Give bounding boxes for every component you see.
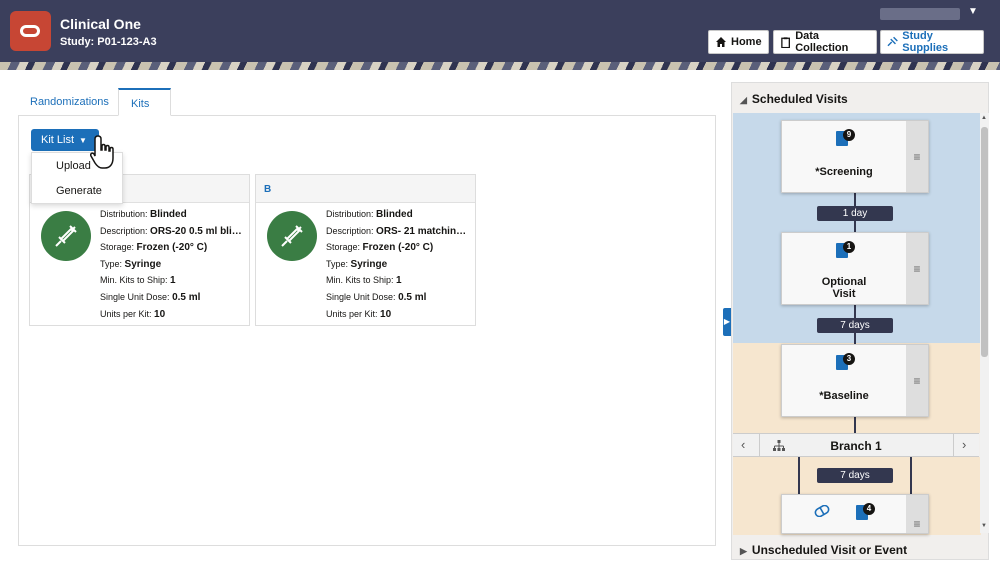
panel-toggle-button[interactable]: ▶ — [723, 308, 731, 336]
visit-name: *Screening — [815, 166, 873, 178]
interval-label: 7 days — [817, 468, 893, 483]
branch-name: Branch 1 — [830, 439, 882, 453]
branch-selector: ‹ Branch 1 › — [733, 433, 979, 457]
scroll-down-icon[interactable]: ▼ — [981, 523, 987, 529]
header-banner — [0, 62, 1000, 70]
visit-name: *Baseline — [819, 390, 869, 402]
tab-randomizations[interactable]: Randomizations — [18, 88, 121, 116]
form-count-badge: 9 — [843, 129, 855, 141]
pill-icon — [814, 505, 830, 517]
interval-label: 7 days — [817, 318, 893, 333]
syringe-icon — [267, 211, 317, 261]
expand-triangle-icon: ▶ — [740, 546, 747, 556]
interval-label: 1 day — [817, 206, 893, 221]
kit-name[interactable]: B — [256, 175, 475, 203]
drag-handle-icon[interactable]: ≡ — [906, 495, 928, 533]
visit-card[interactable]: 9 *Screening ≡ — [781, 120, 929, 193]
data-collection-button[interactable]: Data Collection — [773, 30, 877, 54]
kit-list-button[interactable]: Kit List ▼ — [31, 129, 99, 151]
scroll-up-icon[interactable]: ▲ — [981, 115, 987, 121]
kit-card[interactable]: B Distribution: Blinded Description: ORS… — [255, 174, 476, 326]
connector-line — [854, 417, 856, 433]
tab-kits[interactable]: Kits — [118, 88, 171, 116]
syringe-icon — [41, 211, 91, 261]
caret-down-icon: ▼ — [79, 135, 87, 145]
home-icon — [716, 37, 726, 47]
form-count-badge: 3 — [843, 353, 855, 365]
user-menu-caret-icon[interactable]: ▼ — [968, 6, 978, 17]
home-button[interactable]: Home — [708, 30, 769, 54]
user-menu[interactable] — [880, 8, 960, 20]
tab-bar: Randomizations Kits — [18, 88, 716, 116]
scheduled-visits-header[interactable]: ◢ Scheduled Visits — [732, 83, 988, 113]
study-id: Study: P01-123-A3 — [60, 36, 157, 48]
study-supplies-button[interactable]: Study Supplies — [880, 30, 984, 54]
oracle-logo-icon[interactable] — [10, 11, 51, 51]
form-count-badge: 1 — [843, 241, 855, 253]
visit-card[interactable]: 4 ≡ — [781, 494, 929, 534]
connector-line — [798, 457, 800, 495]
visit-card[interactable]: 3 *Baseline ≡ — [781, 344, 929, 417]
drag-handle-icon[interactable]: ≡ — [906, 121, 928, 192]
supplies-icon — [887, 36, 898, 47]
kit-details: Distribution: Blinded Description: ORS-2… — [100, 209, 242, 320]
drag-handle-icon[interactable]: ≡ — [906, 233, 928, 304]
menu-item-generate[interactable]: Generate — [32, 178, 122, 203]
form-count-badge: 4 — [863, 503, 875, 515]
kit-details: Distribution: Blinded Description: ORS- … — [326, 209, 467, 320]
chevron-right-icon[interactable]: › — [962, 437, 966, 452]
visit-name: Optional Visit — [821, 276, 867, 300]
panel-scrollbar[interactable]: ▲ ▼ — [980, 113, 989, 533]
drag-handle-icon[interactable]: ≡ — [906, 345, 928, 416]
app-title: Clinical One — [60, 16, 141, 32]
scroll-thumb[interactable] — [981, 127, 988, 357]
clipboard-icon — [781, 37, 790, 48]
collapse-triangle-icon: ◢ — [740, 95, 747, 105]
unscheduled-visits-header[interactable]: ▶ Unscheduled Visit or Event — [732, 539, 988, 561]
connector-line — [910, 457, 912, 495]
hand-pointer-icon — [90, 135, 114, 169]
scheduled-visits-panel: ◢ Scheduled Visits 9 *Screening ≡ 1 day 1… — [731, 82, 989, 560]
visit-card[interactable]: 1 Optional Visit ≡ — [781, 232, 929, 305]
app-header: Clinical One Study: P01-123-A3 ▼ Home Da… — [0, 0, 1000, 62]
